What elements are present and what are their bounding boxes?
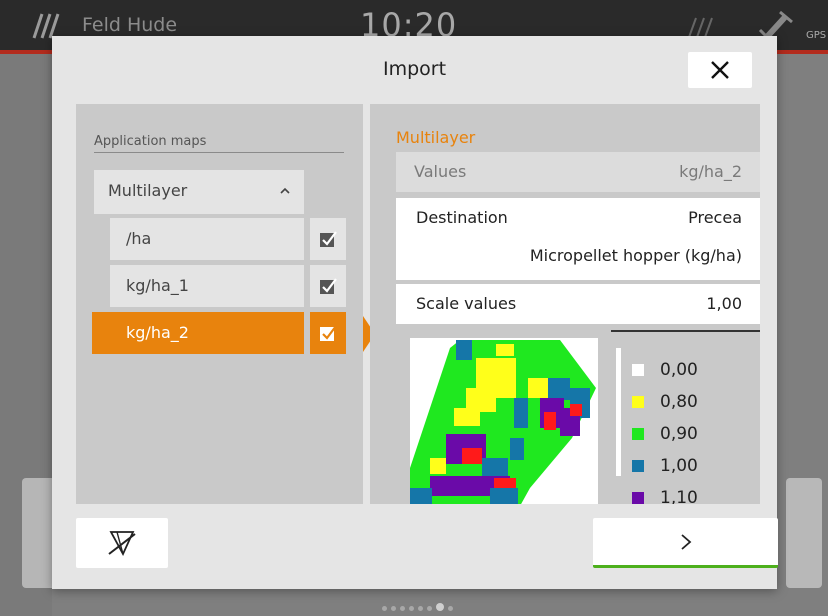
legend-label: 1,00: [660, 456, 698, 476]
background-panel-right: [786, 478, 822, 588]
legend-swatch: [632, 460, 644, 472]
legend-item: 0,00: [632, 354, 698, 386]
destination-label: Destination: [416, 208, 508, 227]
map-item-kg-ha-1[interactable]: kg/ha_1: [110, 265, 304, 307]
legend-label: 0,80: [660, 392, 698, 412]
page-dot: [418, 606, 423, 611]
map-legend: 0,00 0,80 0,90 1,00 1,10: [632, 354, 698, 504]
map-details-panel: Multilayer Values kg/ha_2 Destination Pr…: [370, 104, 760, 504]
checkbox-checked-icon: [320, 278, 337, 294]
destination-value: Precea: [688, 208, 742, 227]
application-maps-panel: Application maps Multilayer /ha kg/ha_1: [76, 104, 363, 504]
page-dot-active: [436, 603, 444, 611]
application-map-preview: [410, 338, 598, 504]
legend-scrollbar[interactable]: [616, 348, 621, 476]
values-value: kg/ha_2: [679, 162, 742, 181]
legend-label: 0,00: [660, 360, 698, 380]
group-label: Multilayer: [108, 181, 188, 200]
legend-item: 1,00: [632, 450, 698, 482]
legend-swatch: [632, 364, 644, 376]
map-item-kg-ha-2[interactable]: kg/ha_2: [92, 312, 304, 354]
page-dot: [391, 606, 396, 611]
map-item-label: kg/ha_2: [126, 323, 189, 342]
multilayer-group[interactable]: Multilayer: [94, 170, 304, 214]
chevron-up-icon: [280, 187, 290, 194]
scale-values-field[interactable]: Scale values 1,00: [396, 284, 760, 324]
map-item-kg-ha-1-checkbox[interactable]: [310, 265, 346, 307]
chevron-right-icon: [680, 533, 691, 550]
destination-selector[interactable]: Destination Precea Micropellet hopper (k…: [396, 198, 760, 280]
page-dot: [448, 606, 453, 611]
legend-label: 0,90: [660, 424, 698, 444]
values-row: Values kg/ha_2: [396, 152, 760, 192]
map-item-label: /ha: [126, 229, 152, 248]
page-dot: [400, 606, 405, 611]
page-dot: [409, 606, 414, 611]
legend-item: 0,90: [632, 418, 698, 450]
map-item-ha[interactable]: /ha: [110, 218, 304, 260]
legend-item: 1,10: [632, 482, 698, 504]
close-button[interactable]: [688, 52, 752, 88]
dialog-title: Import: [382, 58, 447, 80]
map-item-label: kg/ha_1: [126, 276, 189, 295]
gps-label: GPS: [806, 30, 827, 41]
values-label: Values: [414, 162, 467, 181]
checkbox-checked-icon: [320, 325, 337, 341]
close-icon: [711, 61, 729, 79]
scale-value: 1,00: [706, 294, 742, 313]
next-button[interactable]: [593, 518, 778, 568]
legend-swatch: [632, 428, 644, 440]
section-divider: [94, 152, 344, 153]
checkbox-checked-icon: [320, 231, 337, 247]
details-title: Multilayer: [396, 128, 476, 147]
import-dialog: Import Application maps Multilayer /ha k…: [52, 36, 778, 589]
scale-label: Scale values: [416, 294, 517, 313]
legend-swatch: [632, 492, 644, 504]
page-dot: [427, 606, 432, 611]
legend-swatch: [632, 396, 644, 408]
legend-divider: [611, 330, 760, 332]
page-indicator: [380, 596, 455, 611]
field-name: Feld Hude: [82, 14, 178, 36]
no-section-control-button[interactable]: [76, 518, 168, 568]
page-dot: [382, 606, 387, 611]
section-label: Application maps: [94, 134, 207, 149]
no-section-control-icon: [108, 531, 136, 556]
legend-label: 1,10: [660, 488, 698, 504]
map-item-ha-checkbox[interactable]: [310, 218, 346, 260]
destination-subvalue: Micropellet hopper (kg/ha): [529, 246, 742, 265]
legend-item: 0,80: [632, 386, 698, 418]
map-item-kg-ha-2-checkbox[interactable]: [310, 312, 346, 354]
